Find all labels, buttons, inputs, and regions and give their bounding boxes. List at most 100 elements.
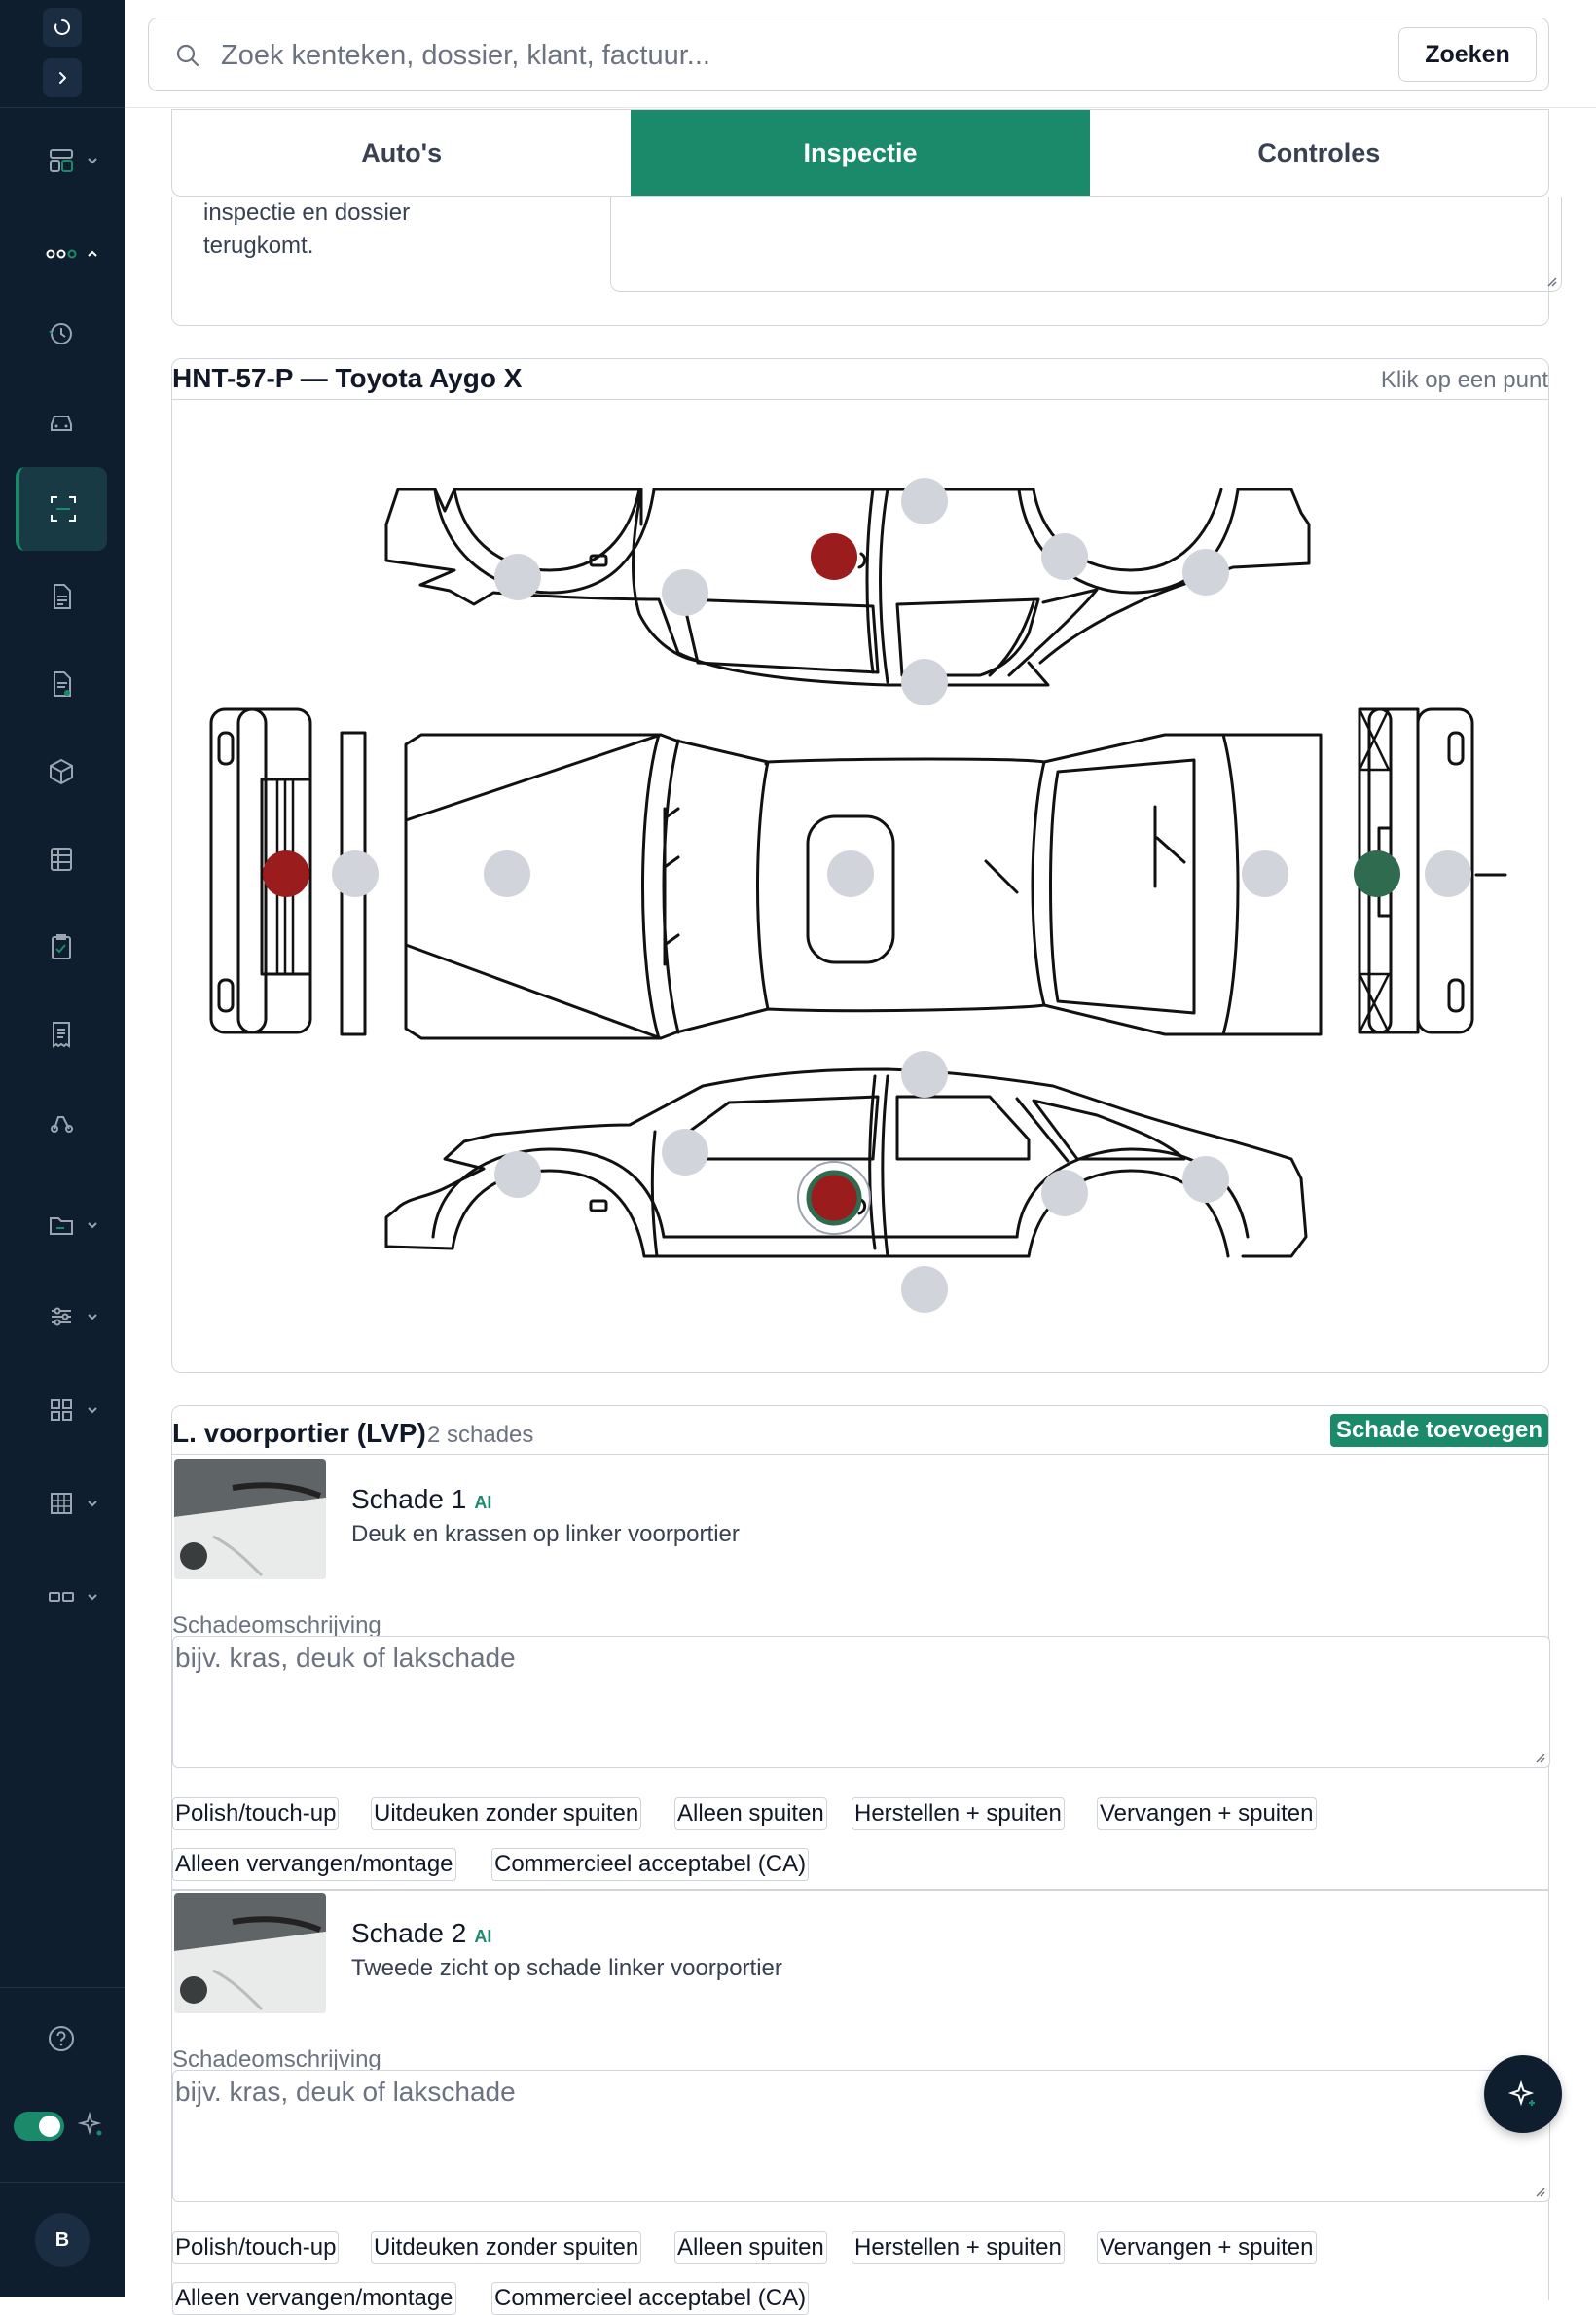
notes-textarea[interactable]: [610, 197, 1562, 292]
sidebar-header: [0, 0, 125, 108]
point-left-sill[interactable]: [901, 1266, 948, 1313]
sidebar-item-workflow[interactable]: [16, 212, 107, 296]
point-front-panel[interactable]: [1425, 850, 1471, 897]
chevron-up-icon: [88, 250, 97, 257]
sidebar-item-parts[interactable]: [16, 730, 107, 814]
resize-handle-icon[interactable]: [1532, 2184, 1545, 2197]
sidebar-item-apps[interactable]: [16, 1368, 107, 1452]
point-left-front-door-damaged[interactable]: [806, 1170, 862, 1226]
tab-bar: Auto's Inspectie Controles: [171, 109, 1549, 197]
point-left-rear-door[interactable]: [662, 1129, 708, 1176]
sidebar-item-reports[interactable]: [16, 817, 107, 901]
inspection-notes-card: inspectie en dossier terugkomt.: [171, 197, 1562, 326]
avatar[interactable]: B: [35, 2213, 90, 2267]
tab-inspectie[interactable]: Inspectie: [631, 110, 1090, 196]
sidebar-item-checklists[interactable]: [16, 905, 107, 989]
inspection-note-text: inspectie en dossier terugkomt.: [203, 199, 411, 259]
sidebar-item-more[interactable]: [16, 1555, 107, 1639]
receipt-icon: [53, 1022, 70, 1048]
point-right-front-door[interactable]: [1041, 533, 1088, 580]
search-button[interactable]: Zoeken: [1398, 27, 1537, 82]
ai-assistant-button[interactable]: [1484, 2055, 1562, 2133]
option-replace-only[interactable]: Alleen vervangen/montage: [172, 1848, 456, 1881]
option-polish[interactable]: Polish/touch-up: [172, 2231, 340, 2264]
add-damage-button[interactable]: Schade toevoegen: [1329, 1414, 1548, 1447]
part-name: L. voorportier (LVP): [172, 1418, 426, 1448]
chevron-down-icon: [88, 158, 97, 164]
sidebar-item-invoices[interactable]: [16, 993, 107, 1076]
search-input[interactable]: [221, 36, 1389, 75]
sidebar-item-history[interactable]: [16, 292, 107, 376]
entry-divider: [172, 1889, 1548, 1891]
columns-icon: [49, 1592, 74, 1602]
box-icon: [50, 758, 73, 785]
damage-entry: Schade 1 AI Deuk en krassen op linker voo…: [172, 1455, 1550, 1889]
damage-description-textarea[interactable]: bijv. kras, deuk of lakschade: [172, 1636, 1550, 1768]
sidebar-item-delivery[interactable]: [16, 1080, 107, 1164]
option-pdr[interactable]: Uitdeuken zonder spuiten: [371, 2231, 642, 2264]
search-icon: [176, 44, 200, 67]
point-right-rear-door-damaged[interactable]: [811, 533, 857, 580]
expand-sidebar-icon[interactable]: [43, 58, 82, 97]
sidebar-divider: [0, 1987, 125, 1988]
scooter-icon: [51, 1116, 73, 1133]
point-left-front-wing[interactable]: [1182, 1156, 1229, 1203]
resize-handle-icon[interactable]: [1532, 1750, 1545, 1763]
option-paint-only[interactable]: Alleen spuiten: [674, 2231, 827, 2264]
point-left-rear-quarter[interactable]: [494, 1151, 541, 1198]
loading-icon[interactable]: [43, 8, 82, 47]
damage-count: 2 schades: [427, 1422, 534, 1448]
document-icon: [54, 584, 71, 609]
option-repair-paint[interactable]: Herstellen + spuiten: [852, 2231, 1065, 2264]
damage-photo[interactable]: [174, 1459, 326, 1579]
sidebar-item-planning[interactable]: [16, 1462, 107, 1545]
tab-controles[interactable]: Controles: [1090, 110, 1548, 196]
table-icon: [51, 848, 72, 871]
point-roof[interactable]: [827, 850, 874, 897]
point-right-roof[interactable]: [901, 478, 948, 524]
vehicle-title: HNT-57-P — Toyota Aygo X: [172, 363, 523, 393]
sidebar: B: [0, 0, 125, 2297]
option-commercial-acceptable[interactable]: Commercieel acceptabel (CA): [491, 2282, 810, 2315]
help-button[interactable]: [16, 1997, 107, 2080]
chevron-down-icon: [88, 1222, 97, 1229]
option-polish[interactable]: Polish/touch-up: [172, 1797, 340, 1830]
sidebar-item-dashboard[interactable]: [16, 119, 107, 202]
main-content: Zoeken Auto's Inspectie Controles inspec…: [125, 0, 1596, 2315]
resize-handle-icon[interactable]: [1543, 273, 1557, 287]
option-replace-paint[interactable]: Vervangen + spuiten: [1097, 2231, 1317, 2264]
sidebar-item-inspection[interactable]: [16, 467, 107, 551]
ai-toggle[interactable]: [14, 2112, 64, 2141]
sidebar-item-quotes[interactable]: [16, 642, 107, 726]
point-rear-bumper-damaged[interactable]: [263, 850, 309, 897]
sidebar-item-settings[interactable]: [16, 1275, 107, 1358]
point-left-roof[interactable]: [901, 1051, 948, 1098]
sidebar-item-folders[interactable]: [16, 1183, 107, 1267]
option-replace-paint[interactable]: Vervangen + spuiten: [1097, 1797, 1317, 1830]
point-left-front-fender[interactable]: [1041, 1170, 1088, 1216]
option-commercial-acceptable[interactable]: Commercieel acceptabel (CA): [491, 1848, 810, 1881]
point-hood[interactable]: [1242, 850, 1288, 897]
point-right-rear-door[interactable]: [662, 569, 708, 616]
point-right-rear-quarter[interactable]: [494, 554, 541, 600]
chevron-down-icon: [88, 1501, 97, 1507]
option-replace-only[interactable]: Alleen vervangen/montage: [172, 2282, 456, 2315]
point-right-sill[interactable]: [901, 659, 948, 705]
option-repair-paint[interactable]: Herstellen + spuiten: [852, 1797, 1065, 1830]
option-paint-only[interactable]: Alleen spuiten: [674, 1797, 827, 1830]
damage-description-textarea[interactable]: bijv. kras, deuk of lakschade: [172, 2070, 1550, 2202]
sidebar-item-vehicles[interactable]: [16, 380, 107, 463]
point-trunk[interactable]: [484, 850, 530, 897]
tab-autos[interactable]: Auto's: [172, 110, 631, 196]
document-check-icon: [54, 671, 71, 697]
damage-photo[interactable]: [174, 1893, 326, 2013]
sliders-icon: [52, 1307, 71, 1326]
clipboard-check-icon: [52, 934, 71, 959]
point-right-front-fender[interactable]: [1182, 549, 1229, 596]
damage-description: Deuk en krassen op linker voorportier: [351, 1521, 740, 1547]
sidebar-item-documents[interactable]: [16, 555, 107, 638]
option-pdr[interactable]: Uitdeuken zonder spuiten: [371, 1797, 642, 1830]
point-front-bumper-selected[interactable]: [1354, 850, 1400, 897]
point-rear-panel[interactable]: [332, 850, 379, 897]
damage-detail-header: L. voorportier (LVP) 2 schades Schade to…: [172, 1406, 1548, 1455]
